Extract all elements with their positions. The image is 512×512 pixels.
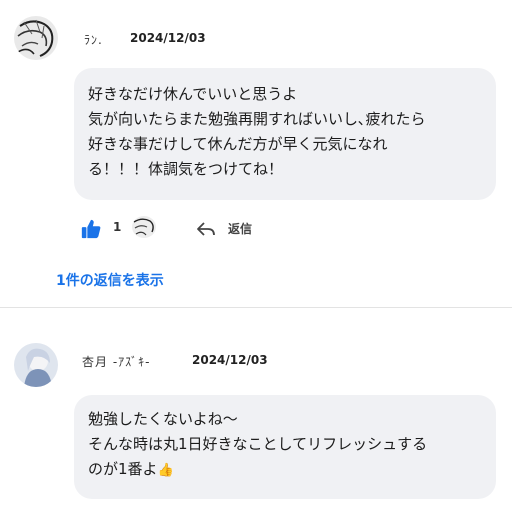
reply-button[interactable]: 返信 [228,220,252,237]
comment-text-line: 好きな事だけして休んだ方が早く元気になれ [88,135,388,153]
comment-text-segment: のが1番よ [88,460,158,478]
comment-author[interactable]: 杏月 -ｱｽﾞｷ- [82,353,150,370]
comment-text-line: のが1番よ👍 [88,457,486,483]
comment-thread: ﾗﾝ. 2024/12/03 好きなだけ休んでいいと思うよ 気が向いたらまた勉強… [0,0,512,512]
divider [0,307,512,308]
comment-text-line: 気が向いたらまた勉強再開すればいいし､疲れたら [88,110,426,128]
comment-text-line: 好きなだけ休んでいいと思うよ [88,85,298,103]
comment-bubble: 好きなだけ休んでいいと思うよ 気が向いたらまた勉強再開すればいいし､疲れたら 好… [74,68,496,200]
comment-actions: 1 返信 [80,216,380,240]
thumbs-up-icon[interactable] [80,218,102,240]
comment-date: 2024/12/03 [192,353,268,367]
comment-date: 2024/12/03 [130,31,206,45]
avatar[interactable] [14,16,58,60]
comment-author[interactable]: ﾗﾝ. [84,31,103,48]
show-replies-link[interactable]: 1件の返信を表示 [56,270,164,290]
reply-icon[interactable] [196,220,216,238]
reactor-avatar [132,216,156,238]
comment-bubble: 勉強したくないよね〜 そんな時は丸1日好きなことしてリフレッシュする のが1番よ… [74,395,496,499]
comment-text-line: 勉強したくないよね〜 [88,410,238,428]
like-count: 1 [113,220,122,234]
comment-text-line: そんな時は丸1日好きなことしてリフレッシュする [88,435,428,453]
thumbs-up-emoji-icon: 👍 [157,463,174,478]
avatar[interactable] [14,343,58,387]
comment-text-line: る！！！体調気をつけてね！ [88,160,284,178]
